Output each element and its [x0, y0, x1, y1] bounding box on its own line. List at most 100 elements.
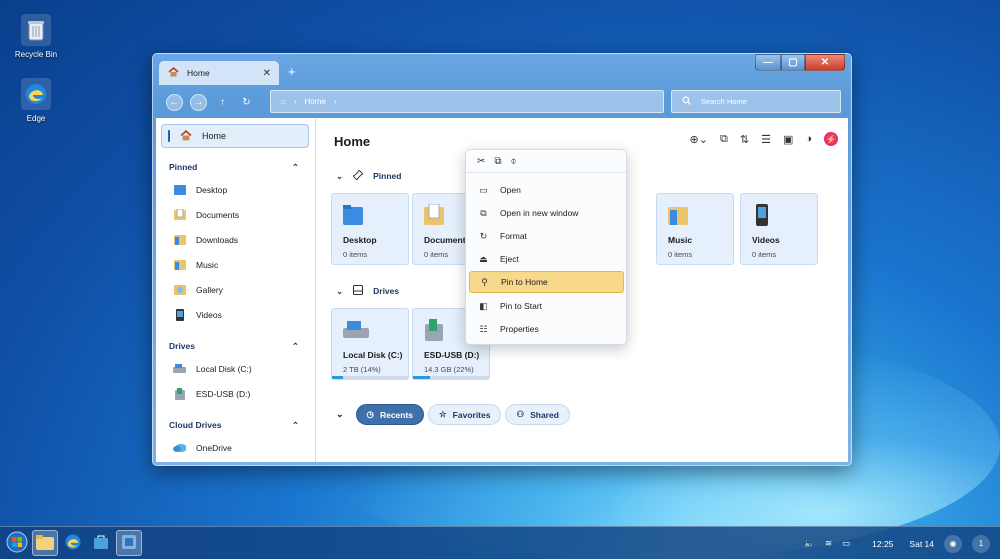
pinned-card-videos[interactable]: Videos 0 items: [740, 193, 818, 265]
sidebar-item-label: Documents: [196, 209, 239, 220]
chevron-up-icon[interactable]: ⌃: [292, 341, 299, 352]
minimize-button[interactable]: —: [755, 54, 781, 71]
menu-item-open[interactable]: ▭ Open: [469, 179, 624, 201]
page-title: Home: [334, 134, 371, 149]
arrow-up-icon: ↑: [220, 96, 225, 108]
tab-recents[interactable]: ◷ Recents: [355, 404, 425, 425]
copilot-icon[interactable]: ◉: [944, 534, 962, 553]
maximize-button[interactable]: ▢: [781, 54, 805, 71]
sidebar-item-usb[interactable]: ESD-USB (D:): [161, 381, 309, 406]
tab-home[interactable]: Home ✕: [159, 61, 279, 85]
sidebar-item-label: Home: [202, 131, 227, 141]
menu-item-label: Open: [500, 185, 521, 195]
videos-folder-icon: [173, 308, 186, 321]
address-bar[interactable]: ⌂ › Home ›: [270, 90, 664, 113]
chevron-down-icon[interactable]: ⌄: [336, 409, 344, 420]
group-header-drives[interactable]: ⌄ Drives: [336, 285, 399, 297]
taskbar-app[interactable]: [116, 530, 142, 556]
tab-favorites[interactable]: ☆ Favorites: [428, 404, 502, 425]
theme-icon[interactable]: ◑: [805, 133, 812, 145]
refresh-button[interactable]: ↻: [238, 94, 255, 111]
menu-item-pin-to-home[interactable]: ⚲ Pin to Home: [469, 271, 624, 293]
start-button[interactable]: [4, 530, 30, 556]
desktop-icon-recycle-bin[interactable]: Recycle Bin: [6, 14, 66, 59]
sidebar-section-drives[interactable]: Drives ⌃: [161, 340, 309, 352]
avatar[interactable]: ⚡: [824, 132, 838, 146]
card-count: 0 items: [752, 250, 777, 259]
breadcrumb[interactable]: Home: [305, 97, 326, 106]
home-icon: ⌂: [281, 97, 286, 106]
drive-usage-bar: [332, 376, 408, 379]
sidebar-section-pinned[interactable]: Pinned ⌃: [161, 161, 309, 173]
clock-date[interactable]: Sat 14: [909, 539, 934, 549]
menu-item-eject[interactable]: ⏏ Eject: [469, 248, 624, 270]
notification-badge[interactable]: 1: [972, 534, 990, 553]
sidebar-item-videos[interactable]: Videos: [161, 302, 309, 327]
pinned-card-desktop[interactable]: Desktop 0 items: [331, 193, 409, 265]
gallery-icon: [173, 283, 186, 296]
search-input[interactable]: Search Home: [671, 90, 841, 113]
sidebar-item-label: ESD-USB (D:): [196, 388, 251, 399]
chevron-up-icon[interactable]: ⌃: [292, 162, 299, 173]
music-folder-icon: [668, 204, 688, 226]
drive-card-local-disk[interactable]: Local Disk (C:) 2 TB (14%): [331, 308, 409, 380]
copy-icon[interactable]: ⧉: [494, 156, 501, 167]
tab-shared[interactable]: ⚇ Shared: [505, 404, 570, 425]
new-tab-button[interactable]: +: [288, 64, 296, 79]
card-name: ESD-USB (D:): [424, 350, 480, 360]
breadcrumb-separator: ›: [293, 97, 297, 106]
chevron-down-icon[interactable]: ⌄: [336, 286, 343, 297]
menu-item-properties[interactable]: ☷ Properties: [469, 318, 624, 340]
taskbar-store[interactable]: [88, 530, 114, 556]
chevron-up-icon[interactable]: ⌃: [292, 420, 299, 431]
arrow-right-icon: →: [193, 96, 204, 108]
copy-path-icon[interactable]: ⧉: [720, 133, 728, 146]
context-menu-quick-actions: ✂ ⧉ ⌽: [466, 150, 626, 173]
sidebar-section-cloud-drives[interactable]: Cloud Drives ⌃: [161, 419, 309, 431]
sidebar-item-label: Local Disk (C:): [196, 363, 252, 374]
arrow-left-icon: ←: [169, 96, 180, 108]
close-tab-icon[interactable]: ✕: [263, 68, 271, 79]
up-button[interactable]: ↑: [214, 94, 231, 111]
back-button[interactable]: ←: [166, 93, 183, 111]
battery-icon[interactable]: ▭: [842, 538, 850, 549]
sidebar-item-home[interactable]: Home: [161, 124, 309, 148]
sidebar-item-gallery[interactable]: Gallery: [161, 277, 309, 302]
volume-icon[interactable]: 🔈: [804, 538, 815, 549]
share-icon[interactable]: ⌽: [511, 156, 517, 167]
chevron-down-icon[interactable]: ⌄: [336, 171, 343, 182]
drive-usage-bar: [413, 376, 489, 379]
breadcrumb-separator[interactable]: ›: [334, 97, 337, 106]
section-title: Cloud Drives: [169, 420, 222, 430]
preview-pane-icon[interactable]: ▣: [783, 133, 793, 146]
menu-item-open-new-window[interactable]: ⧉ Open in new window: [469, 202, 624, 224]
close-window-button[interactable]: ✕: [805, 54, 845, 71]
quick-access-tabs: ⌄ ◷ Recents ☆ Favorites ⚇ Shared: [336, 404, 570, 425]
cut-icon[interactable]: ✂: [477, 156, 485, 167]
menu-item-pin-to-start[interactable]: ◧ Pin to Start: [469, 295, 624, 317]
search-placeholder: Search Home: [701, 97, 747, 106]
view-list-icon[interactable]: ☰: [761, 133, 771, 146]
wifi-icon[interactable]: ≋: [825, 538, 832, 549]
group-title: Pinned: [373, 171, 402, 181]
card-name: Music: [668, 235, 693, 245]
sidebar-item-onedrive[interactable]: OneDrive: [161, 435, 309, 460]
group-header-pinned[interactable]: ⌄ Pinned: [336, 169, 402, 182]
sidebar-item-desktop[interactable]: Desktop: [161, 177, 309, 202]
taskbar-edge[interactable]: [60, 530, 86, 556]
sidebar-item-documents[interactable]: Documents: [161, 202, 309, 227]
window-controls: — ▢ ✕: [755, 54, 845, 71]
clock-time[interactable]: 12:25: [872, 539, 893, 549]
taskbar-file-explorer[interactable]: [32, 530, 58, 556]
hard-drive-icon: [343, 319, 369, 341]
sort-icon[interactable]: ⇅: [740, 133, 749, 146]
sidebar-item-local-disk[interactable]: Local Disk (C:): [161, 356, 309, 381]
pinned-card-music[interactable]: Music 0 items: [656, 193, 734, 265]
sidebar-item-downloads[interactable]: Downloads: [161, 227, 309, 252]
sidebar-item-music[interactable]: Music: [161, 252, 309, 277]
menu-item-format[interactable]: ↻ Format: [469, 225, 624, 247]
edge-icon: [64, 533, 82, 553]
desktop-icon-edge[interactable]: Edge: [6, 78, 66, 123]
forward-button[interactable]: →: [190, 93, 207, 111]
new-item-button[interactable]: ⊕⌄: [690, 133, 708, 146]
